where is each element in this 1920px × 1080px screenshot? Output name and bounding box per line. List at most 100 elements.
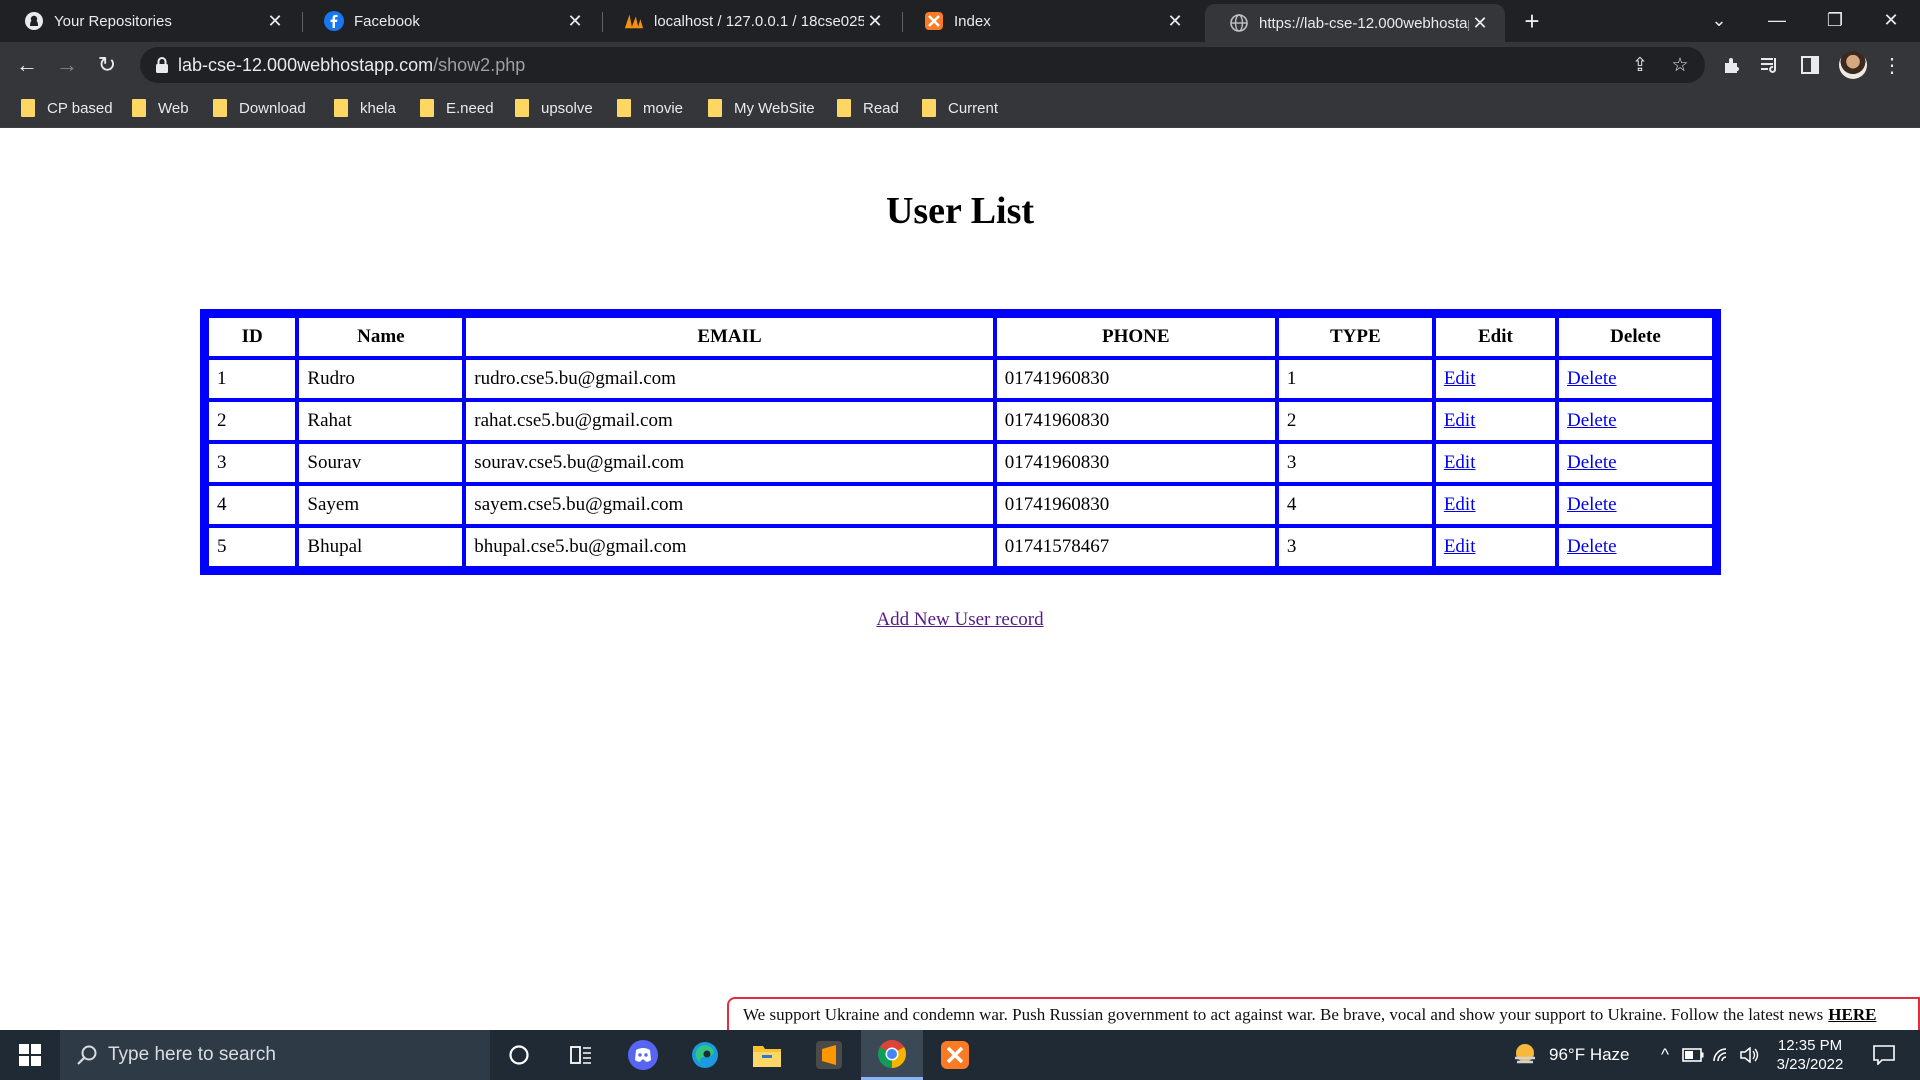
bookmark-folder[interactable]: Current bbox=[922, 96, 998, 120]
back-button[interactable]: ← bbox=[10, 49, 44, 81]
add-new-user-link[interactable]: Add New User record bbox=[876, 609, 1043, 630]
tab-search-icon[interactable]: ⌄ bbox=[1690, 0, 1748, 40]
weather-text: 96°F Haze bbox=[1549, 1045, 1630, 1064]
edit-link[interactable]: Edit bbox=[1444, 536, 1476, 557]
bookmark-folder[interactable]: movie bbox=[617, 96, 683, 120]
new-tab-button[interactable]: + bbox=[1516, 6, 1548, 38]
edit-link[interactable]: Edit bbox=[1444, 368, 1476, 389]
restore-button[interactable]: ❐ bbox=[1806, 0, 1864, 40]
bookmark-label: Web bbox=[158, 99, 189, 117]
bookmark-folder[interactable]: Read bbox=[837, 96, 899, 120]
delete-link[interactable]: Delete bbox=[1567, 536, 1617, 557]
tab-title: localhost / 127.0.0.1 / 18cse025 | php bbox=[654, 12, 864, 30]
delete-link[interactable]: Delete bbox=[1567, 410, 1617, 431]
close-tab-icon[interactable]: ✕ bbox=[1164, 11, 1186, 32]
tab-index[interactable]: Index ✕ bbox=[900, 0, 1200, 42]
taskbar-search-input[interactable]: Type here to search bbox=[60, 1030, 490, 1080]
file-explorer-icon[interactable] bbox=[736, 1030, 798, 1080]
cell-name: Rahat bbox=[299, 402, 463, 440]
table-row: 4 Sayem sayem.cse5.bu@gmail.com 01741960… bbox=[209, 486, 1712, 524]
reading-list-icon[interactable] bbox=[1758, 53, 1782, 77]
cell-phone: 01741960830 bbox=[996, 486, 1275, 524]
cell-id: 2 bbox=[209, 402, 296, 440]
bookmark-folder[interactable]: CP based bbox=[21, 96, 113, 120]
bookmark-star-icon[interactable]: ☆ bbox=[1670, 55, 1690, 76]
url-host: lab-cse-12.000webhostapp.com bbox=[178, 54, 434, 75]
browser-toolbar: ← → ↻ lab-cse-12.000webhostapp.com/show2… bbox=[0, 42, 1920, 88]
side-panel-icon[interactable] bbox=[1798, 53, 1822, 77]
cell-id: 1 bbox=[209, 360, 296, 398]
bookmark-label: Current bbox=[948, 99, 999, 117]
bookmark-folder[interactable]: upsolve bbox=[515, 96, 593, 120]
delete-link[interactable]: Delete bbox=[1567, 368, 1617, 389]
edge-icon[interactable] bbox=[674, 1030, 736, 1080]
folder-icon bbox=[837, 99, 851, 117]
volume-icon[interactable] bbox=[1740, 1047, 1760, 1063]
bookmark-folder[interactable]: E.need bbox=[420, 96, 494, 120]
bookmark-folder[interactable]: My WebSite bbox=[708, 96, 815, 120]
close-window-button[interactable]: ✕ bbox=[1862, 0, 1920, 40]
folder-icon bbox=[334, 99, 348, 117]
search-placeholder: Type here to search bbox=[108, 1044, 276, 1065]
xampp-taskbar-icon[interactable] bbox=[924, 1030, 986, 1080]
cell-delete: Delete bbox=[1558, 486, 1712, 524]
column-header-phone: PHONE bbox=[996, 318, 1275, 356]
address-bar[interactable]: lab-cse-12.000webhostapp.com/show2.php ⇪… bbox=[140, 47, 1705, 83]
close-tab-icon[interactable]: ✕ bbox=[1469, 13, 1491, 34]
cell-id: 3 bbox=[209, 444, 296, 482]
folder-icon bbox=[708, 99, 722, 117]
edit-link[interactable]: Edit bbox=[1444, 494, 1476, 515]
tray-icons: ^ bbox=[1654, 1030, 1760, 1080]
reload-button[interactable]: ↻ bbox=[90, 49, 124, 81]
tab-show2-active[interactable]: https://lab-cse-12.000webhostapp.com/sho… bbox=[1205, 4, 1505, 42]
weather-haze-icon bbox=[1515, 1044, 1535, 1064]
column-header-email: EMAIL bbox=[466, 318, 993, 356]
tab-title: Facebook bbox=[354, 12, 420, 30]
bookmark-folder[interactable]: khela bbox=[334, 96, 396, 120]
forward-button[interactable]: → bbox=[50, 49, 84, 81]
chrome-menu-icon[interactable]: ⋮ bbox=[1880, 53, 1904, 77]
close-tab-icon[interactable]: ✕ bbox=[864, 11, 886, 32]
discord-icon[interactable] bbox=[612, 1030, 674, 1080]
sublime-text-icon[interactable] bbox=[798, 1030, 860, 1080]
cell-name: Rudro bbox=[299, 360, 463, 398]
profile-avatar[interactable] bbox=[1839, 51, 1867, 79]
tab-your-repositories[interactable]: Your Repositories ✕ bbox=[0, 0, 300, 42]
user-table-wrapper: ID Name EMAIL PHONE TYPE Edit Delete 1 R… bbox=[200, 309, 1721, 575]
edit-link[interactable]: Edit bbox=[1444, 410, 1476, 431]
cell-name: Sayem bbox=[299, 486, 463, 524]
extensions-icon[interactable] bbox=[1720, 53, 1744, 77]
bookmark-folder[interactable]: Download bbox=[213, 96, 306, 120]
github-icon bbox=[24, 11, 44, 31]
start-button[interactable] bbox=[0, 1030, 60, 1080]
task-view-icon[interactable] bbox=[550, 1030, 612, 1080]
tab-phpmyadmin[interactable]: localhost / 127.0.0.1 / 18cse025 | php ✕ bbox=[600, 0, 900, 42]
close-tab-icon[interactable]: ✕ bbox=[264, 11, 286, 32]
tab-title: Index bbox=[954, 12, 991, 30]
weather-widget[interactable]: 96°F Haze bbox=[1511, 1030, 1630, 1080]
battery-icon[interactable] bbox=[1682, 1048, 1704, 1062]
cell-type: 3 bbox=[1278, 528, 1432, 566]
banner-here-link[interactable]: HERE bbox=[1828, 1005, 1876, 1025]
minimize-button[interactable]: — bbox=[1748, 0, 1806, 40]
tab-facebook[interactable]: Facebook ✕ bbox=[300, 0, 600, 42]
share-icon[interactable]: ⇪ bbox=[1630, 55, 1650, 76]
table-row: 1 Rudro rudro.cse5.bu@gmail.com 01741960… bbox=[209, 360, 1712, 398]
wifi-icon[interactable] bbox=[1712, 1047, 1732, 1063]
notification-icon bbox=[1873, 1045, 1895, 1065]
clock-time: 12:35 PM bbox=[1777, 1037, 1843, 1054]
cell-phone: 01741960830 bbox=[996, 444, 1275, 482]
delete-link[interactable]: Delete bbox=[1567, 494, 1617, 515]
bookmark-folder[interactable]: Web bbox=[132, 96, 189, 120]
cell-phone: 01741578467 bbox=[996, 528, 1275, 566]
show-hidden-icons-chevron-icon[interactable]: ^ bbox=[1654, 1045, 1676, 1065]
delete-link[interactable]: Delete bbox=[1567, 452, 1617, 473]
cortana-icon[interactable] bbox=[488, 1030, 550, 1080]
edit-link[interactable]: Edit bbox=[1444, 452, 1476, 473]
chrome-taskbar-icon[interactable] bbox=[861, 1030, 923, 1080]
close-tab-icon[interactable]: ✕ bbox=[564, 11, 586, 32]
cell-edit: Edit bbox=[1435, 486, 1555, 524]
notifications-button[interactable] bbox=[1864, 1030, 1904, 1080]
system-clock[interactable]: 12:35 PM 3/23/2022 bbox=[1770, 1036, 1850, 1074]
cell-email: rudro.cse5.bu@gmail.com bbox=[466, 360, 993, 398]
